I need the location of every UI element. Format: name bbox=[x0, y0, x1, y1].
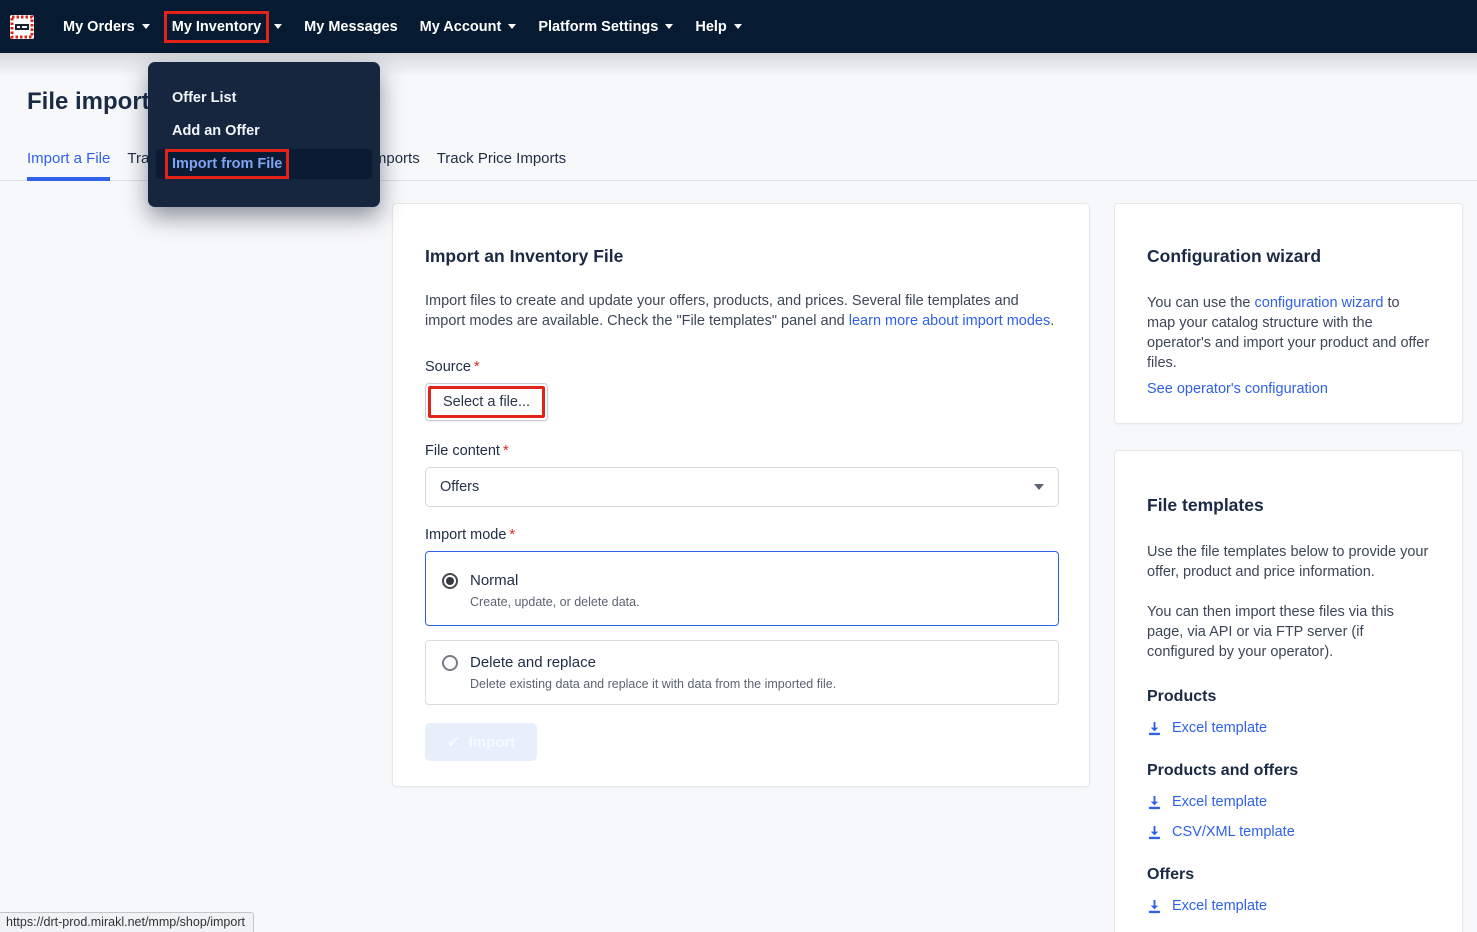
intro-text-end: . bbox=[1050, 313, 1055, 329]
template-link: Excel template bbox=[1172, 720, 1268, 736]
download-icon bbox=[1148, 721, 1161, 735]
status-url: https://drt-prod.mirakl.net/mmp/shop/imp… bbox=[6, 915, 245, 929]
chevron-down-icon bbox=[274, 24, 283, 29]
radio-delete-replace[interactable] bbox=[442, 654, 458, 671]
source-label: Source * bbox=[425, 359, 480, 375]
top-navbar: My Orders My Inventory My Messages My Ac… bbox=[0, 0, 1477, 53]
menu-item-add-an-offer[interactable]: Add an Offer bbox=[148, 116, 380, 146]
page-title: File import bbox=[27, 88, 150, 115]
nav-item-platform-settings[interactable]: Platform Settings bbox=[527, 0, 684, 53]
configuration-wizard-link[interactable]: configuration wizard bbox=[1255, 295, 1384, 311]
card-title: Import an Inventory File bbox=[425, 246, 624, 266]
mode-name: Normal bbox=[470, 572, 519, 589]
mode-description: Delete existing data and replace it with… bbox=[470, 677, 837, 691]
download-icon bbox=[1148, 825, 1161, 839]
radio-normal[interactable] bbox=[442, 572, 458, 589]
nav-item-my-inventory[interactable]: My Inventory bbox=[161, 0, 293, 53]
nav-item-help[interactable]: Help bbox=[684, 0, 752, 53]
wizard-text: You can use the bbox=[1147, 295, 1255, 311]
select-file-button[interactable]: Select a file... bbox=[425, 383, 549, 421]
nav-label: Platform Settings bbox=[538, 18, 659, 35]
nav-label: Help bbox=[695, 18, 727, 35]
nav-label-annotated: My Inventory bbox=[163, 10, 270, 43]
chevron-down-icon bbox=[665, 24, 674, 29]
download-products-offers-excel-template[interactable]: Excel template bbox=[1147, 794, 1430, 810]
download-icon bbox=[1148, 795, 1161, 809]
see-operators-configuration-link[interactable]: See operator's configuration bbox=[1147, 381, 1328, 397]
chevron-down-icon bbox=[733, 24, 742, 29]
file-content-select[interactable]: Offers bbox=[425, 467, 1059, 507]
file-content-value: Offers bbox=[440, 479, 480, 495]
file-templates-intro-1: Use the file templates below to provide … bbox=[1147, 544, 1429, 580]
my-inventory-dropdown-menu: Offer List Add an Offer Import from File bbox=[148, 62, 380, 207]
import-mode-label: Import mode * bbox=[425, 527, 516, 543]
configuration-wizard-card: Configuration wizard You can use the con… bbox=[1114, 203, 1463, 424]
template-link: CSV/XML template bbox=[1172, 824, 1295, 840]
import-button-label: Import bbox=[468, 733, 516, 751]
required-asterisk: * bbox=[473, 359, 480, 375]
browser-status-bar: https://drt-prod.mirakl.net/mmp/shop/imp… bbox=[0, 912, 254, 932]
file-templates-card: File templates Use the file templates be… bbox=[1114, 450, 1463, 932]
app-logo-icon[interactable] bbox=[10, 14, 34, 39]
import-mode-option-normal[interactable]: Normal Create, update, or delete data. bbox=[425, 551, 1059, 626]
mode-description: Create, update, or delete data. bbox=[470, 595, 640, 609]
download-icon bbox=[1148, 899, 1161, 913]
section-heading-offers: Offers bbox=[1147, 866, 1195, 883]
import-intro-text: Import files to create and update your o… bbox=[425, 291, 1057, 331]
chevron-down-icon bbox=[141, 24, 150, 29]
nav-item-my-account[interactable]: My Account bbox=[409, 0, 528, 53]
section-heading-products: Products bbox=[1147, 688, 1217, 705]
card-title: Configuration wizard bbox=[1147, 246, 1322, 266]
import-mode-option-delete-replace[interactable]: Delete and replace Delete existing data … bbox=[425, 640, 1059, 705]
select-file-label: Select a file... bbox=[443, 394, 531, 410]
file-import-page: My Orders My Inventory My Messages My Ac… bbox=[0, 0, 1477, 932]
download-products-offers-csv-xml-template[interactable]: CSV/XML template bbox=[1147, 824, 1430, 840]
tab-track-price-imports[interactable]: Track Price Imports bbox=[437, 146, 566, 181]
nav-label: My Account bbox=[419, 18, 502, 35]
nav-label: My Messages bbox=[304, 18, 398, 35]
nav-item-my-messages[interactable]: My Messages bbox=[293, 0, 409, 53]
menu-item-import-from-file[interactable]: Import from File bbox=[156, 149, 372, 179]
template-link: Excel template bbox=[1172, 898, 1268, 914]
import-button[interactable]: ✔ Import bbox=[425, 723, 538, 761]
configuration-wizard-text: You can use the configuration wizard to … bbox=[1147, 293, 1430, 373]
card-title: File templates bbox=[1147, 495, 1264, 515]
tab-import-a-file[interactable]: Import a File bbox=[27, 146, 111, 181]
nav-item-my-orders[interactable]: My Orders bbox=[52, 0, 161, 53]
nav-label: My Orders bbox=[63, 18, 135, 35]
required-asterisk: * bbox=[509, 527, 516, 543]
download-offers-excel-template[interactable]: Excel template bbox=[1147, 898, 1430, 914]
chevron-down-icon bbox=[508, 24, 517, 29]
download-products-excel-template[interactable]: Excel template bbox=[1147, 720, 1430, 736]
menu-label-annotated: Import from File bbox=[164, 149, 290, 179]
file-templates-intro-2: You can then import these files via this… bbox=[1147, 604, 1394, 660]
section-heading-products-and-offers: Products and offers bbox=[1147, 762, 1299, 779]
required-asterisk: * bbox=[502, 443, 509, 459]
menu-item-offer-list[interactable]: Offer List bbox=[148, 83, 380, 113]
check-icon: ✔ bbox=[447, 734, 460, 751]
learn-more-import-modes-link[interactable]: learn more about import modes bbox=[849, 313, 1051, 329]
mode-name: Delete and replace bbox=[470, 654, 596, 671]
template-link: Excel template bbox=[1172, 794, 1268, 810]
chevron-down-icon bbox=[1034, 484, 1044, 490]
file-content-label: File content * bbox=[425, 443, 509, 459]
import-inventory-card: Import an Inventory File Import files to… bbox=[392, 203, 1090, 787]
